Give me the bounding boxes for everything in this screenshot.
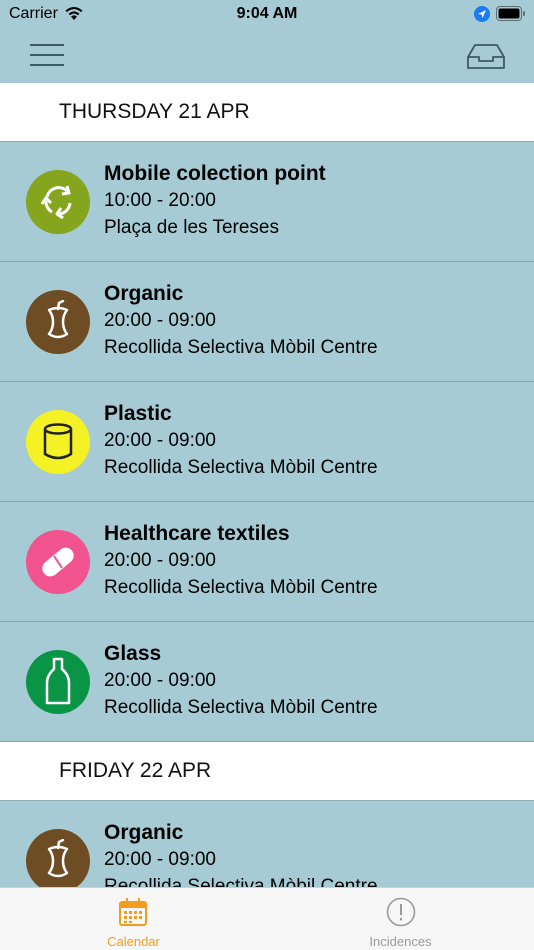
event-place: Recollida Selectiva Mòbil Centre [104,697,378,718]
clock: 9:04 AM [236,5,298,22]
event-time: 20:00 - 09:00 [104,550,216,571]
alert-circle-icon [386,897,416,927]
event-row[interactable]: Glass 20:00 - 09:00 Recollida Selectiva … [0,622,534,742]
event-title: Glass [104,642,162,665]
event-time: 20:00 - 09:00 [104,849,216,870]
event-title: Plastic [104,402,172,425]
section-date: THURSDAY 21 APR [59,100,250,123]
event-place: Recollida Selectiva Mòbil Centre [104,577,378,598]
calendar-list[interactable]: THURSDAY 21 APR Mobile colection point 1… [0,83,534,887]
event-place: Recollida Selectiva Mòbil Centre [104,876,378,887]
inbox-button[interactable] [466,42,506,70]
event-row[interactable]: Mobile colection point 10:00 - 20:00 Pla… [0,142,534,262]
recycle-icon [26,170,90,234]
menu-button[interactable] [30,42,66,68]
event-title: Mobile colection point [104,162,326,185]
battery-icon [496,6,525,21]
event-place: Plaça de les Tereses [104,217,279,238]
apple-core-icon [26,829,90,887]
section-header: THURSDAY 21 APR [0,83,534,142]
inbox-icon [467,44,505,69]
tab-bar: Calendar Incidences [0,887,534,950]
event-time: 10:00 - 20:00 [104,190,216,211]
event-time: 20:00 - 09:00 [104,430,216,451]
event-title: Healthcare textiles [104,522,290,545]
tab-label: Incidences [369,934,432,949]
event-row[interactable]: Plastic 20:00 - 09:00 Recollida Selectiv… [0,382,534,502]
hamburger-icon [30,44,64,66]
bottle-icon [26,650,90,714]
can-icon [26,410,90,474]
event-time: 20:00 - 09:00 [104,670,216,691]
apple-core-icon [26,290,90,354]
tab-label: Calendar [107,934,160,949]
tab-incidences[interactable]: Incidences [267,888,534,950]
event-row[interactable]: Healthcare textiles 20:00 - 09:00 Recoll… [0,502,534,622]
event-title: Organic [104,282,184,305]
tab-calendar[interactable]: Calendar [0,888,267,950]
nav-bar [0,28,534,83]
status-bar: Carrier 9:04 AM [0,0,534,28]
bandage-icon [26,530,90,594]
location-icon [474,6,490,22]
section-date: FRIDAY 22 APR [59,759,212,782]
event-row[interactable]: Organic 20:00 - 09:00 Recollida Selectiv… [0,262,534,382]
event-place: Recollida Selectiva Mòbil Centre [104,337,378,358]
event-title: Organic [104,821,184,844]
section-header: FRIDAY 22 APR [0,742,534,801]
event-place: Recollida Selectiva Mòbil Centre [104,457,378,478]
event-time: 20:00 - 09:00 [104,310,216,331]
event-row[interactable]: Organic 20:00 - 09:00 Recollida Selectiv… [0,801,534,887]
calendar-icon [119,898,147,926]
